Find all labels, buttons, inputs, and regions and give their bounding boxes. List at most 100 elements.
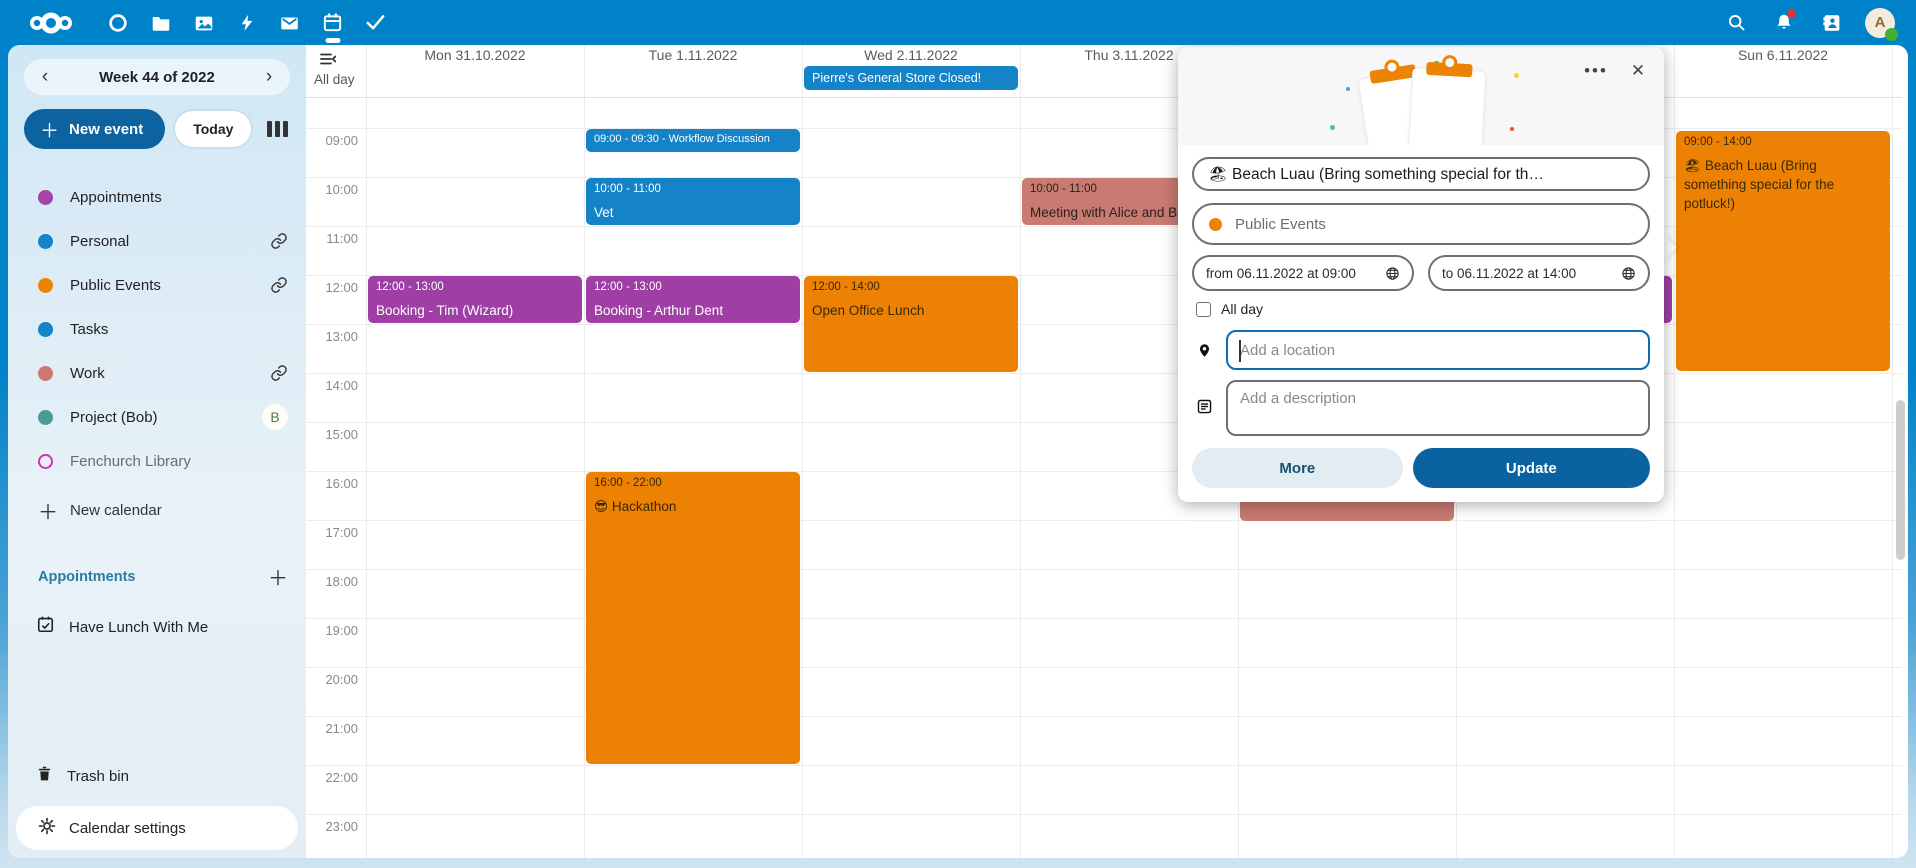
grid-column-line xyxy=(366,45,367,858)
description-textarea[interactable] xyxy=(1226,380,1650,436)
calendar-name: Fenchurch Library xyxy=(70,453,288,470)
end-datetime-field[interactable]: to 06.11.2022 at 14:00 xyxy=(1428,255,1650,291)
topbar: A xyxy=(0,0,1916,45)
more-button[interactable]: More xyxy=(1192,448,1403,488)
grid-line xyxy=(306,667,1902,668)
hour-label: 17:00 xyxy=(306,525,358,540)
shared-user-avatar: B xyxy=(262,404,288,430)
user-avatar[interactable]: A xyxy=(1860,0,1900,45)
sidebar-calendar-item[interactable]: Public Events xyxy=(8,263,306,307)
hour-label: 19:00 xyxy=(306,623,358,638)
sidebar-calendar-item[interactable]: Work xyxy=(8,351,306,395)
grid-line xyxy=(306,569,1902,570)
contacts-icon[interactable] xyxy=(1812,0,1852,45)
calendar-event[interactable]: 16:00 - 22:00😎 Hackathon xyxy=(586,472,800,764)
activity-icon[interactable] xyxy=(225,0,268,45)
calendar-event[interactable]: 12:00 - 13:00Booking - Tim (Wizard) xyxy=(368,276,582,323)
mail-icon[interactable] xyxy=(268,0,311,45)
clipboard-illustration xyxy=(1408,67,1487,145)
calendar-color-dot xyxy=(38,454,53,469)
calendar-main: All day Mon 31.10.2022Tue 1.11.2022Wed 2… xyxy=(306,45,1908,858)
calendar-color-dot xyxy=(38,366,53,381)
day-header: Tue 1.11.2022 xyxy=(584,45,802,64)
hour-label: 13:00 xyxy=(306,329,358,344)
sidebar-calendar-item[interactable]: Project (Bob)B xyxy=(8,395,306,439)
sidebar-toggle-icon[interactable] xyxy=(320,52,336,70)
week-label[interactable]: Week 44 of 2022 xyxy=(99,69,215,86)
share-link-icon[interactable] xyxy=(270,232,288,250)
nextcloud-logo[interactable] xyxy=(18,0,84,45)
close-icon[interactable]: ✕ xyxy=(1624,57,1652,85)
hour-label: 22:00 xyxy=(306,770,358,785)
all-day-checkbox-row[interactable]: All day xyxy=(1192,298,1650,320)
calendar-name: Personal xyxy=(70,233,270,250)
calendar-select[interactable]: Public Events xyxy=(1192,203,1650,245)
view-columns-icon[interactable] xyxy=(267,121,288,137)
new-calendar-button[interactable]: ＋ New calendar xyxy=(8,488,306,532)
location-input[interactable] xyxy=(1240,332,1636,368)
calendar-icon[interactable] xyxy=(311,0,354,45)
grid-line xyxy=(306,520,1902,521)
event-title: Booking - Arthur Dent xyxy=(594,301,792,320)
calendar-event[interactable]: 09:00 - 09:30 - Workflow Discussion xyxy=(586,129,800,152)
tasks-icon[interactable] xyxy=(354,0,397,45)
appointments-heading: Appointments xyxy=(38,569,135,585)
event-time: 16:00 - 22:00 xyxy=(594,477,792,489)
new-event-button[interactable]: ＋ New event xyxy=(24,109,165,149)
next-week-button[interactable]: › xyxy=(254,62,284,92)
all-day-checkbox[interactable] xyxy=(1196,302,1211,317)
appointment-item[interactable]: Have Lunch With Me xyxy=(8,605,306,649)
more-options-icon[interactable]: ••• xyxy=(1582,57,1610,85)
grid-column-line xyxy=(584,45,585,858)
calendar-event[interactable]: Pierre's General Store Closed! xyxy=(804,66,1018,90)
grid-line xyxy=(306,814,1902,815)
calendar-color-dot xyxy=(38,234,53,249)
active-app-indicator xyxy=(325,38,340,43)
add-appointment-button[interactable]: ＋ xyxy=(268,562,288,591)
sidebar-calendar-item[interactable]: Fenchurch Library xyxy=(8,439,306,483)
event-time: 09:00 - 09:30 - Workflow Discussion xyxy=(594,133,792,145)
timezone-globe-icon[interactable] xyxy=(1621,266,1636,281)
all-day-label: All day xyxy=(314,72,355,87)
files-icon[interactable] xyxy=(139,0,182,45)
gear-icon xyxy=(38,817,56,840)
grid-column-line xyxy=(802,45,803,858)
hour-label: 09:00 xyxy=(306,133,358,148)
sidebar-calendar-item[interactable]: Tasks xyxy=(8,307,306,351)
calendar-event[interactable]: 12:00 - 13:00Booking - Arthur Dent xyxy=(586,276,800,323)
notifications-bell-icon[interactable] xyxy=(1764,0,1804,45)
plus-icon: ＋ xyxy=(40,116,59,143)
hour-label: 18:00 xyxy=(306,574,358,589)
avatar-letter: A xyxy=(1875,14,1886,31)
calendar-event[interactable]: 09:00 - 14:00🏖 Beach Luau (Bring somethi… xyxy=(1676,131,1890,371)
popup-header: ••• ✕ xyxy=(1178,47,1664,145)
vertical-scrollbar[interactable] xyxy=(1896,400,1905,560)
calendar-name: Appointments xyxy=(70,189,288,206)
calendar-event[interactable]: 12:00 - 14:00Open Office Lunch xyxy=(804,276,1018,372)
calendar-settings-button[interactable]: Calendar settings xyxy=(16,806,298,850)
hour-label: 10:00 xyxy=(306,182,358,197)
online-status-dot xyxy=(1885,28,1898,41)
event-title: Open Office Lunch xyxy=(812,301,1010,320)
event-title-input[interactable]: 🏖 Beach Luau (Bring something special fo… xyxy=(1192,157,1650,191)
day-header: Wed 2.11.2022 xyxy=(802,45,1020,64)
share-link-icon[interactable] xyxy=(270,276,288,294)
trash-bin-button[interactable]: Trash bin xyxy=(8,754,306,798)
photos-icon[interactable] xyxy=(182,0,225,45)
event-time: 12:00 - 13:00 xyxy=(376,281,574,293)
search-icon[interactable] xyxy=(1716,0,1756,45)
timezone-globe-icon[interactable] xyxy=(1385,266,1400,281)
hour-label: 16:00 xyxy=(306,476,358,491)
start-datetime-field[interactable]: from 06.11.2022 at 09:00 xyxy=(1192,255,1414,291)
update-button[interactable]: Update xyxy=(1413,448,1650,488)
today-button[interactable]: Today xyxy=(175,111,251,147)
calendar-name: Tasks xyxy=(70,321,288,338)
dashboard-icon[interactable] xyxy=(96,0,139,45)
sidebar-calendar-item[interactable]: Appointments xyxy=(8,175,306,219)
day-header: Sun 6.11.2022 xyxy=(1674,45,1892,64)
previous-week-button[interactable]: ‹ xyxy=(30,62,60,92)
hour-label: 23:00 xyxy=(306,819,358,834)
calendar-event[interactable]: 10:00 - 11:00Vet xyxy=(586,178,800,225)
sidebar-calendar-item[interactable]: Personal xyxy=(8,219,306,263)
share-link-icon[interactable] xyxy=(270,364,288,382)
